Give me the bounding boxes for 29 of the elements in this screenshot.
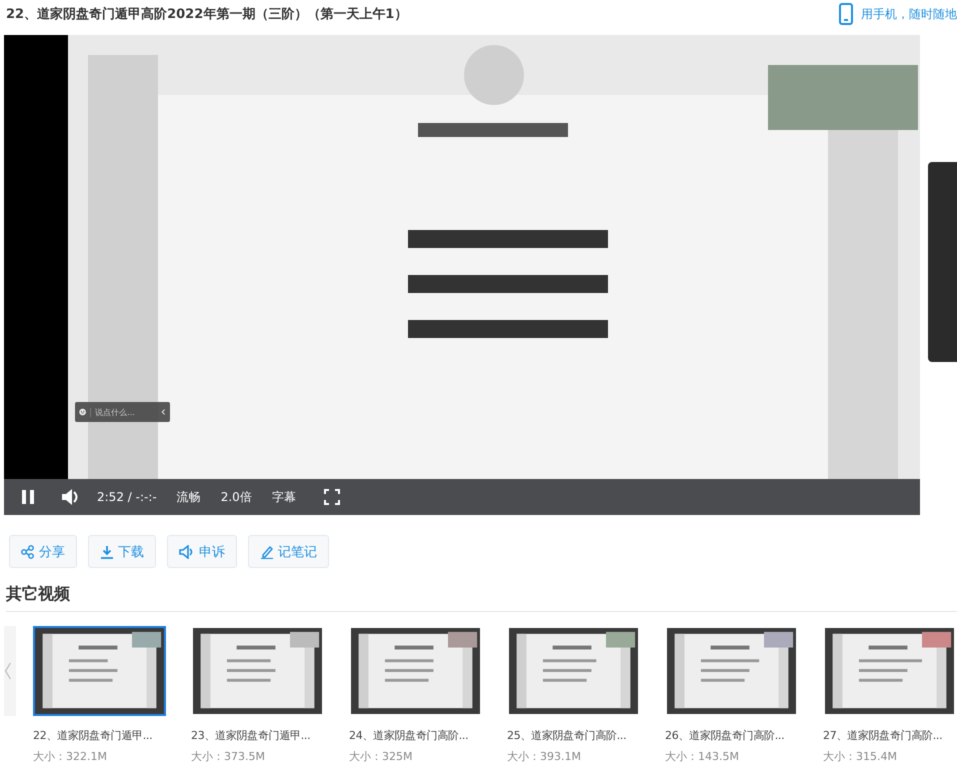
video-title[interactable]: 26、道家阴盘奇门高阶... xyxy=(665,728,798,743)
video-title[interactable]: 23、道家阴盘奇门遁甲... xyxy=(191,728,324,743)
pause-icon[interactable] xyxy=(21,489,35,505)
video-size: 大小：373.5M xyxy=(191,749,266,764)
collapse-icon[interactable] xyxy=(161,407,166,417)
time-display: 2:52 / -:-:- xyxy=(97,490,157,504)
video-title[interactable]: 22、道家阴盘奇门遁甲... xyxy=(33,728,166,743)
share-icon xyxy=(21,544,35,558)
video-size: 大小：315.4M xyxy=(823,749,898,764)
video-size: 大小：143.5M xyxy=(665,749,740,764)
section-heading: 其它视频 xyxy=(6,584,957,612)
quality-button[interactable]: 流畅 xyxy=(176,488,201,506)
subtitles-button[interactable]: 字幕 xyxy=(272,488,296,506)
comment-field[interactable]: 说点什么... xyxy=(90,408,158,416)
video-title[interactable]: 27、道家阴盘奇门高阶... xyxy=(823,728,956,743)
phone-icon xyxy=(839,3,853,25)
video-title[interactable]: 25、道家阴盘奇门高阶... xyxy=(507,728,640,743)
download-icon xyxy=(100,544,114,558)
video-size: 大小：325M xyxy=(349,749,414,764)
speed-button[interactable]: 2.0倍 xyxy=(220,488,252,506)
video-title[interactable]: 24、道家阴盘奇门高阶... xyxy=(349,728,482,743)
pen-icon xyxy=(260,544,274,558)
video-size: 大小：322.1M xyxy=(33,749,108,764)
fullscreen-icon[interactable] xyxy=(324,489,340,505)
megaphone-icon xyxy=(179,544,195,558)
comment-bar[interactable]: 说点什么... xyxy=(75,402,170,422)
page-title: 22、道家阴盘奇门遁甲高阶2022年第一期（三阶）（第一天上午1） xyxy=(6,6,408,23)
smiley-icon[interactable] xyxy=(79,406,86,418)
video-size: 大小：393.1M xyxy=(507,749,582,764)
